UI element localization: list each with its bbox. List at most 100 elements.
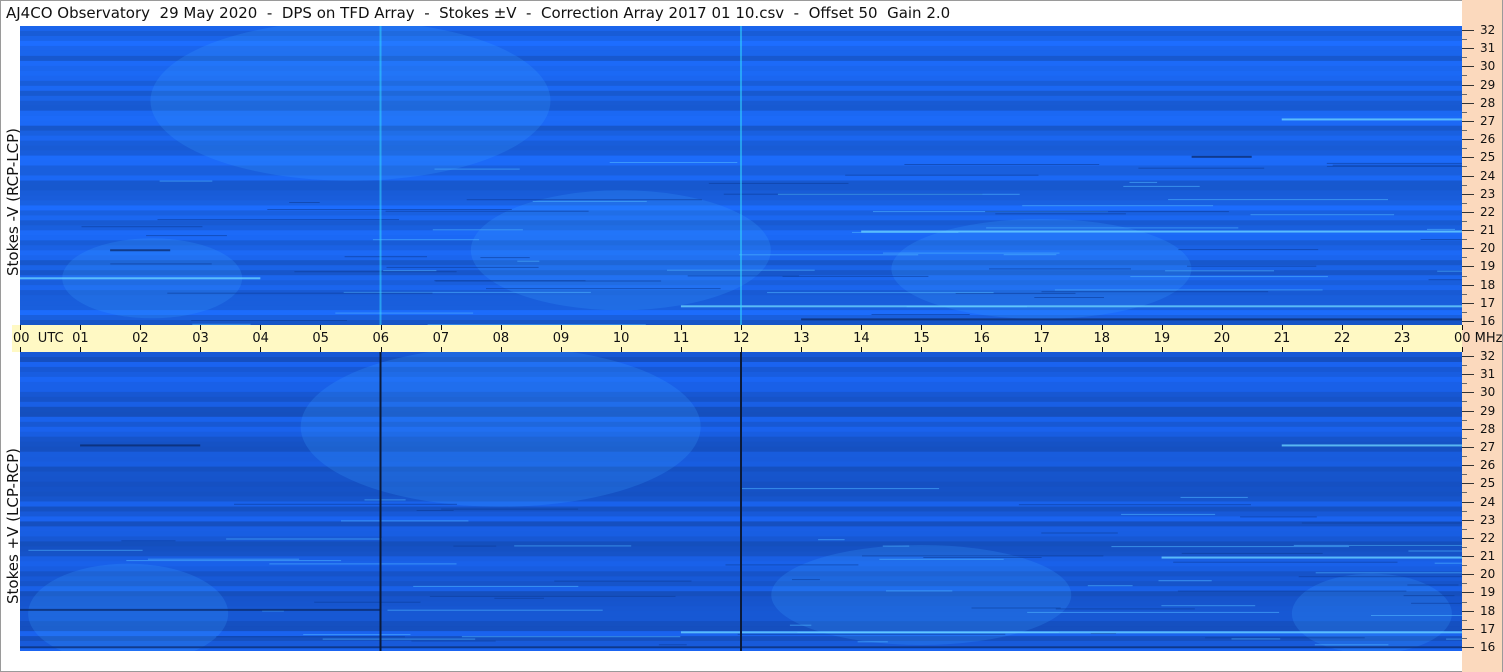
freq-tick-label: 19 [1480, 259, 1496, 274]
time-tick-label: 14 [853, 331, 870, 346]
time-tick [620, 347, 622, 352]
freq-tick [1462, 30, 1474, 31]
freq-tick [1462, 483, 1474, 485]
freq-tick [1462, 48, 1474, 50]
spectro-noise-line [157, 219, 399, 221]
freq-tick [1462, 139, 1474, 141]
time-tick [1401, 325, 1403, 330]
time-tick [1221, 325, 1223, 330]
time-tick-label: 10 [612, 331, 630, 346]
freq-subtick [1462, 492, 1467, 494]
freq-tick-label: 17 [1480, 621, 1496, 636]
spectro-noise-line [1177, 590, 1407, 592]
time-tick [140, 325, 142, 330]
time-tick [741, 347, 742, 352]
time-tick [500, 325, 502, 330]
spectro-noise-line [1301, 522, 1462, 524]
time-tick [80, 347, 82, 352]
freq-tick-label: 27 [1480, 439, 1496, 454]
freq-subtick [1462, 510, 1467, 512]
spectro-noise-line [725, 564, 859, 566]
spectro-noise-line [466, 199, 702, 201]
spectro-noise-line [886, 590, 953, 592]
time-tick [741, 325, 742, 330]
spectro-noise-line [146, 235, 227, 237]
spectro-noise-line [1111, 546, 1349, 548]
spectro-noise-line [387, 609, 603, 611]
freq-tick-label: 23 [1480, 512, 1496, 527]
spectro-noise-line [904, 164, 1100, 165]
time-tick [1401, 347, 1403, 352]
freq-tick [1462, 628, 1474, 630]
spectro-noise-line [429, 595, 676, 597]
freq-tick [1462, 446, 1474, 448]
spectro-noise-line [1240, 516, 1317, 518]
freq-subtick [1462, 184, 1467, 186]
time-tick [981, 347, 983, 352]
spectro-noise-line [413, 585, 579, 587]
freq-tick-label: 18 [1480, 277, 1496, 292]
time-tick-label: 13 [793, 331, 810, 346]
freq-tick-label: 31 [1480, 367, 1496, 382]
time-tick [1161, 325, 1163, 330]
time-tick [320, 347, 322, 352]
spectro-noise-line [480, 257, 530, 259]
freq-subtick [1462, 148, 1467, 150]
spectro-noise-line [777, 193, 1020, 195]
time-tick [560, 325, 562, 330]
spectro-noise-line [1003, 254, 1057, 256]
spectro-noise-line [517, 260, 540, 262]
spectro-noise-line [1180, 496, 1248, 498]
time-tick-label: 04 [252, 331, 269, 346]
spectro-noise-line [1173, 561, 1398, 563]
freq-tick-label: 28 [1480, 95, 1496, 110]
freq-subtick [1462, 528, 1467, 530]
spectro-noise-line [1408, 550, 1462, 552]
spectro-noise-line [234, 503, 457, 505]
freq-tick [1462, 321, 1474, 322]
time-tick-label: 09 [552, 331, 570, 346]
spectro-feature-band [861, 230, 1462, 233]
spectro-feature-band [20, 277, 261, 280]
freq-subtick [1462, 565, 1467, 567]
time-tick [861, 347, 863, 352]
time-tick-label: 00 UTC [13, 331, 64, 346]
spectro-noise-line [383, 270, 437, 272]
freq-tick-label: 21 [1480, 549, 1496, 564]
spectro-noise-line [1293, 544, 1462, 546]
freq-tick-label: 29 [1480, 403, 1496, 418]
spectro-feature-band [20, 608, 381, 611]
spectro-noise-line [737, 633, 1006, 635]
spectro-noise-line [1332, 164, 1462, 166]
time-tick [1462, 347, 1463, 352]
freq-tick [1462, 157, 1474, 159]
freq-tick-label: 19 [1480, 585, 1496, 600]
spectro-vertical-marker [379, 26, 382, 325]
spectro-noise-line [862, 555, 1104, 557]
freq-tick-label: 20 [1480, 241, 1496, 256]
freq-tick-label: 23 [1480, 186, 1496, 201]
spectrogram-bottom [20, 352, 1462, 651]
spectro-noise-line [372, 239, 480, 241]
spectro-noise-line [147, 558, 300, 560]
spectro-noise-line [1027, 611, 1280, 613]
freq-subtick [1462, 637, 1467, 639]
spectro-noise-line [879, 558, 1004, 560]
spectro-noise-line [1138, 167, 1265, 169]
spectro-noise-line [1231, 638, 1281, 640]
time-tick [80, 325, 82, 330]
time-tick [500, 347, 502, 352]
freq-subtick [1462, 220, 1467, 222]
time-tick-label: 17 [1033, 331, 1050, 346]
time-tick [1221, 347, 1223, 352]
spectro-feature-band [110, 249, 171, 252]
freq-subtick [1462, 275, 1467, 277]
spectro-noise-line [441, 508, 579, 510]
spectro-noise-line [818, 539, 845, 541]
freq-tick [1462, 374, 1474, 376]
time-tick-label: 01 [72, 331, 89, 346]
spectro-noise-line [845, 174, 1039, 176]
time-tick-label: 15 [913, 331, 930, 346]
spectro-noise-line [985, 211, 1229, 213]
spectro-noise-line [1161, 605, 1256, 607]
